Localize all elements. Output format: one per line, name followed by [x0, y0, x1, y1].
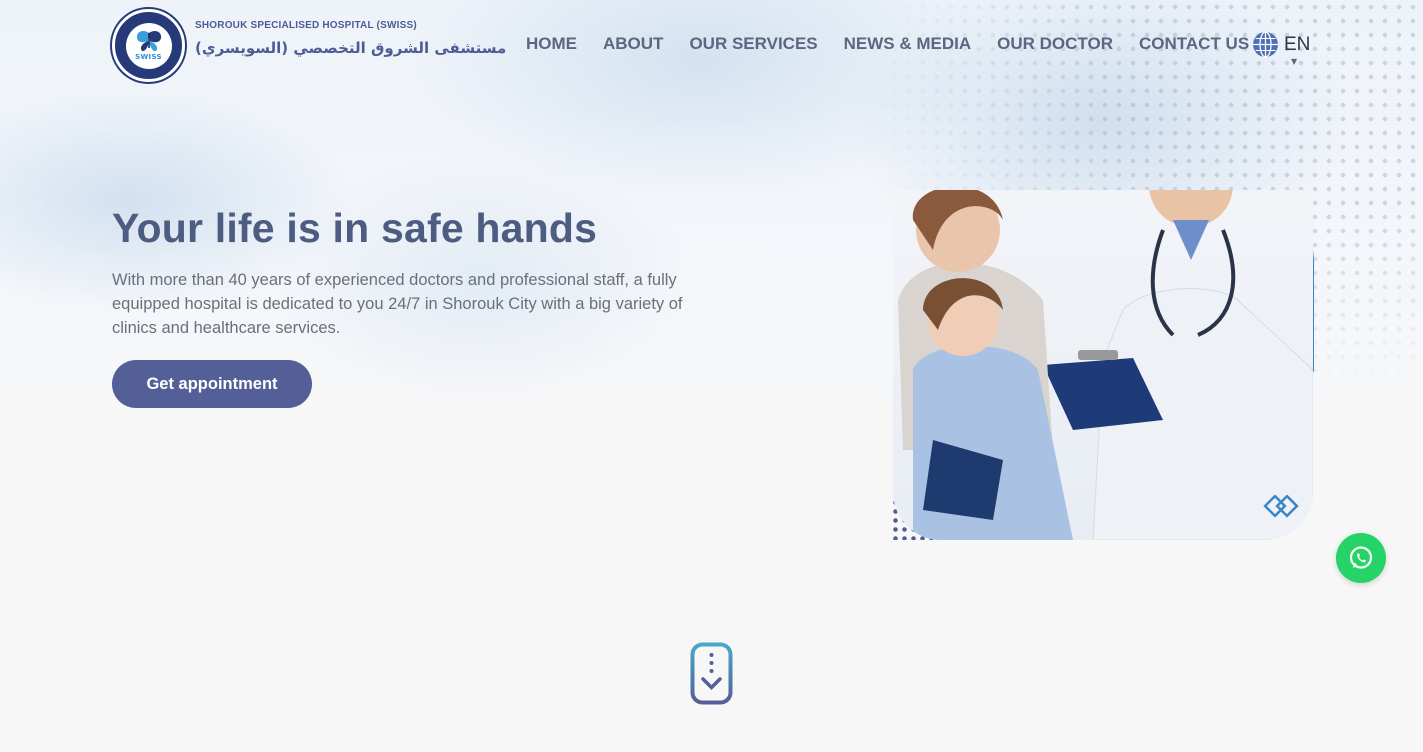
brand-name-english: SHOROUK SPECIALISED HOSPITAL (SWISS) [195, 20, 417, 31]
decorative-diamonds [1263, 495, 1299, 518]
site-header: SWISS SHOROUK SPECIALISED HOSPITAL (SWIS… [0, 0, 1423, 90]
nav-our-doctor[interactable]: OUR DOCTOR [997, 34, 1113, 54]
photo-illustration [898, 190, 1313, 540]
nav-our-services[interactable]: OUR SERVICES [689, 34, 817, 54]
hero-title: Your life is in safe hands [112, 205, 598, 251]
main-navigation: HOME ABOUT OUR SERVICES NEWS & MEDIA OUR… [526, 34, 1275, 54]
globe-icon [1253, 31, 1278, 58]
butterfly-logo-icon [136, 30, 161, 52]
nav-contact-us[interactable]: CONTACT US [1139, 34, 1249, 54]
whatsapp-button[interactable] [1336, 533, 1386, 583]
chevron-down-icon: ▼ [1291, 57, 1298, 66]
language-switcher[interactable]: EN ▼ [1252, 31, 1311, 66]
doctor-family-photo [893, 190, 1313, 540]
language-label: EN [1284, 33, 1311, 55]
logo-inner: SWISS [125, 22, 172, 69]
nav-news-media[interactable]: NEWS & MEDIA [844, 34, 972, 54]
hospital-logo[interactable]: SWISS [112, 9, 185, 82]
brand-name-arabic: مستشفى الشروق التخصصي (السويسري) [195, 39, 507, 57]
get-appointment-button[interactable]: Get appointment [112, 360, 312, 408]
nav-home[interactable]: HOME [526, 34, 577, 54]
hero-subtitle: With more than 40 years of experienced d… [112, 271, 683, 337]
whatsapp-icon [1349, 546, 1373, 569]
nav-about[interactable]: ABOUT [603, 34, 663, 54]
logo-text: SWISS [135, 53, 162, 61]
scroll-down-icon[interactable] [690, 642, 733, 705]
